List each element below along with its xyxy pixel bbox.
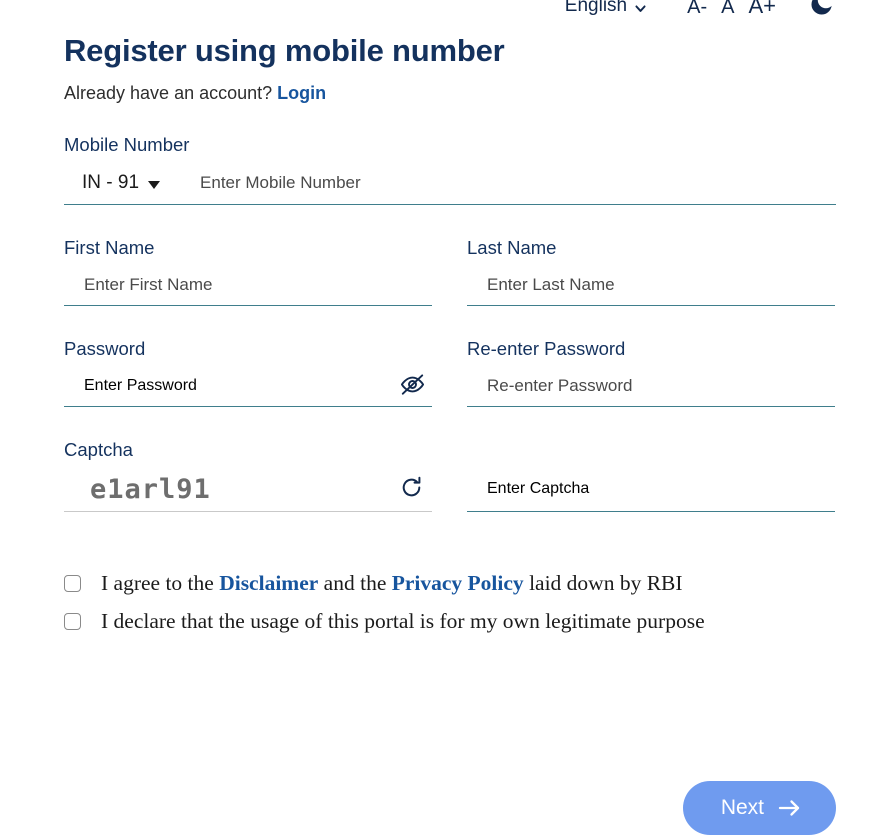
next-button[interactable]: Next [682,781,836,835]
disclaimer-part-0: I agree to the [101,570,220,595]
consent-group: I agree to the Disclaimer and the Privac… [64,570,836,635]
registration-page: English A- A A+ Register using mobile nu… [0,0,891,838]
country-code-label: IN - 91 [82,172,140,194]
refresh-icon [399,475,424,503]
password-group: Password Enter Password [64,338,432,407]
password-visibility-toggle[interactable] [399,371,432,401]
arrow-right-icon [778,798,802,818]
captcha-display: e1arl91 [64,468,432,512]
first-name-group: First Name Enter First Name [64,237,432,306]
disclaimer-checkbox[interactable] [64,574,81,592]
captcha-code: e1arl91 [90,473,211,505]
disclaimer-part-2: and the [318,570,392,595]
password-label: Password [64,337,146,359]
disclaimer-text: I agree to the Disclaimer and the Privac… [101,570,683,597]
caret-down-icon [148,181,161,190]
eye-off-icon [399,371,426,401]
disclaimer-link[interactable]: Disclaimer [219,571,318,595]
page-title: Register using mobile number [64,33,505,68]
mobile-number-field: IN - 91 Enter Mobile Number [64,163,836,205]
mobile-number-input[interactable]: Enter Mobile Number [160,173,361,193]
last-name-label: Last Name [467,236,557,258]
form-content: Register using mobile number Already hav… [64,0,836,646]
consent-row-declaration: I declare that the usage of this portal … [64,608,836,635]
first-name-input[interactable]: Enter First Name [64,275,212,295]
disclaimer-part-4: laid down by RBI [523,570,683,595]
password-field: Enter Password [64,367,432,407]
captcha-input-field: Enter Captcha [467,468,835,512]
captcha-input[interactable]: Enter Captcha [467,480,589,498]
first-name-field: Enter First Name [64,266,432,306]
reenter-password-label: Re-enter Password [467,337,626,359]
declaration-checkbox[interactable] [64,612,81,630]
mobile-number-group: Mobile Number IN - 91 Enter Mobile Numbe… [64,134,836,205]
password-input[interactable]: Enter Password [64,377,197,395]
consent-row-disclaimer: I agree to the Disclaimer and the Privac… [64,570,836,597]
captcha-refresh-button[interactable] [399,475,432,503]
declaration-text: I declare that the usage of this portal … [101,608,705,633]
privacy-policy-link[interactable]: Privacy Policy [392,571,524,595]
reenter-password-group: Re-enter Password Re-enter Password [467,338,835,407]
captcha-label: Captcha [64,438,133,460]
next-button-label: Next [720,796,764,819]
password-row: Password Enter Password Re-enter Passwor… [64,338,836,407]
captcha-row: e1arl91 Enter Captcha [64,468,836,512]
captcha-group: Captcha e1arl91 Enter Captcha [64,439,836,512]
mobile-number-label: Mobile Number [64,133,190,155]
last-name-field: Enter Last Name [467,266,835,306]
name-row: First Name Enter First Name Last Name En… [64,237,836,306]
login-prompt-text: Already have an account? [64,82,278,103]
login-prompt: Already have an account? Login [64,83,836,104]
last-name-group: Last Name Enter Last Name [467,237,835,306]
login-link[interactable]: Login [277,83,326,103]
reenter-password-field: Re-enter Password [467,367,835,407]
first-name-label: First Name [64,236,155,258]
country-code-dropdown[interactable]: IN - 91 [64,172,161,194]
last-name-input[interactable]: Enter Last Name [467,275,615,295]
form-footer: Next [682,781,836,835]
reenter-password-input[interactable]: Re-enter Password [467,376,633,396]
